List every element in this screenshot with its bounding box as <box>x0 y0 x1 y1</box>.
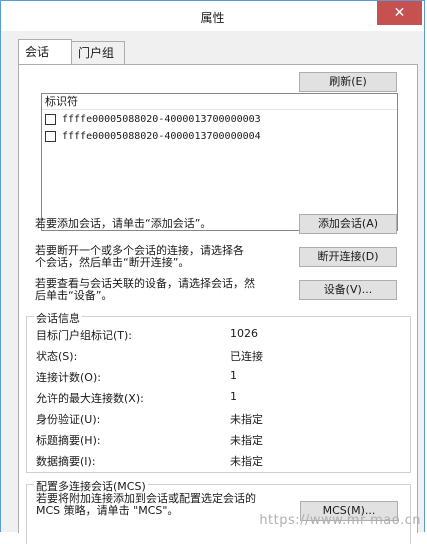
add-session-description: 若要添加会话，请单击“添加会话”。 <box>35 217 212 230</box>
devices-button[interactable]: 设备(V)... <box>299 280 397 300</box>
close-icon: ✕ <box>393 5 406 21</box>
session-info-legend: 会话信息 <box>34 310 82 326</box>
session-id: ffffe00005088020-4000013700000003 <box>62 114 261 125</box>
disconnect-description-line2: 个会话，然后单击“断开连接”。 <box>35 256 190 269</box>
connection-count-label: 连接计数(O): <box>36 371 101 384</box>
authentication-value: 未指定 <box>230 413 263 426</box>
close-button[interactable]: ✕ <box>377 1 422 25</box>
data-digest-value: 未指定 <box>230 455 263 468</box>
disconnect-button[interactable]: 断开连接(D) <box>299 247 397 267</box>
max-connections-label: 允许的最大连接数(X): <box>36 392 144 405</box>
refresh-button[interactable]: 刷新(E) <box>299 72 397 92</box>
status-value: 已连接 <box>230 350 263 363</box>
data-digest-label: 数据摘要(I): <box>36 455 96 468</box>
target-portal-tag-value: 1026 <box>230 327 258 340</box>
mcs-description-line2: MCS 策略，请单击 "MCS"。 <box>36 504 179 517</box>
properties-dialog: 属性 ✕ 会话 门户组 刷新(E) 标识符 ffffe00005088020-4… <box>0 0 425 544</box>
session-checkbox[interactable] <box>45 113 56 125</box>
watermark-url: https://www.mr-mao.cn <box>259 513 421 528</box>
tab-sessions[interactable]: 会话 <box>18 39 72 64</box>
list-item[interactable]: ffffe00005088020-4000013700000003 <box>45 112 261 128</box>
add-session-button[interactable]: 添加会话(A) <box>299 214 397 234</box>
target-portal-tag-label: 目标门户组标记(T): <box>36 329 133 342</box>
session-list[interactable]: 标识符 ffffe00005088020-4000013700000003 ff… <box>41 93 398 231</box>
window-title: 属性 <box>200 11 225 25</box>
devices-description-line2: 后单击“设备”。 <box>35 289 113 302</box>
session-info-group: 会话信息 目标门户组标记(T): 1026 状态(S): 已连接 连接计数(O)… <box>26 310 411 473</box>
authentication-label: 身份验证(U): <box>36 413 101 426</box>
status-label: 状态(S): <box>36 350 78 363</box>
list-item[interactable]: ffffe00005088020-4000013700000004 <box>45 129 261 145</box>
list-column-header[interactable]: 标识符 <box>42 94 397 110</box>
sessions-panel: 刷新(E) 标识符 ffffe00005088020-4000013700000… <box>18 64 418 544</box>
session-id: ffffe00005088020-4000013700000004 <box>62 131 261 142</box>
header-digest-label: 标题摘要(H): <box>36 434 101 447</box>
title-bar: 属性 ✕ <box>1 1 424 31</box>
tab-portal-groups[interactable]: 门户组 <box>71 41 125 64</box>
max-connections-value: 1 <box>230 390 237 403</box>
connection-count-value: 1 <box>230 369 237 382</box>
header-digest-value: 未指定 <box>230 434 263 447</box>
session-checkbox[interactable] <box>45 130 56 142</box>
